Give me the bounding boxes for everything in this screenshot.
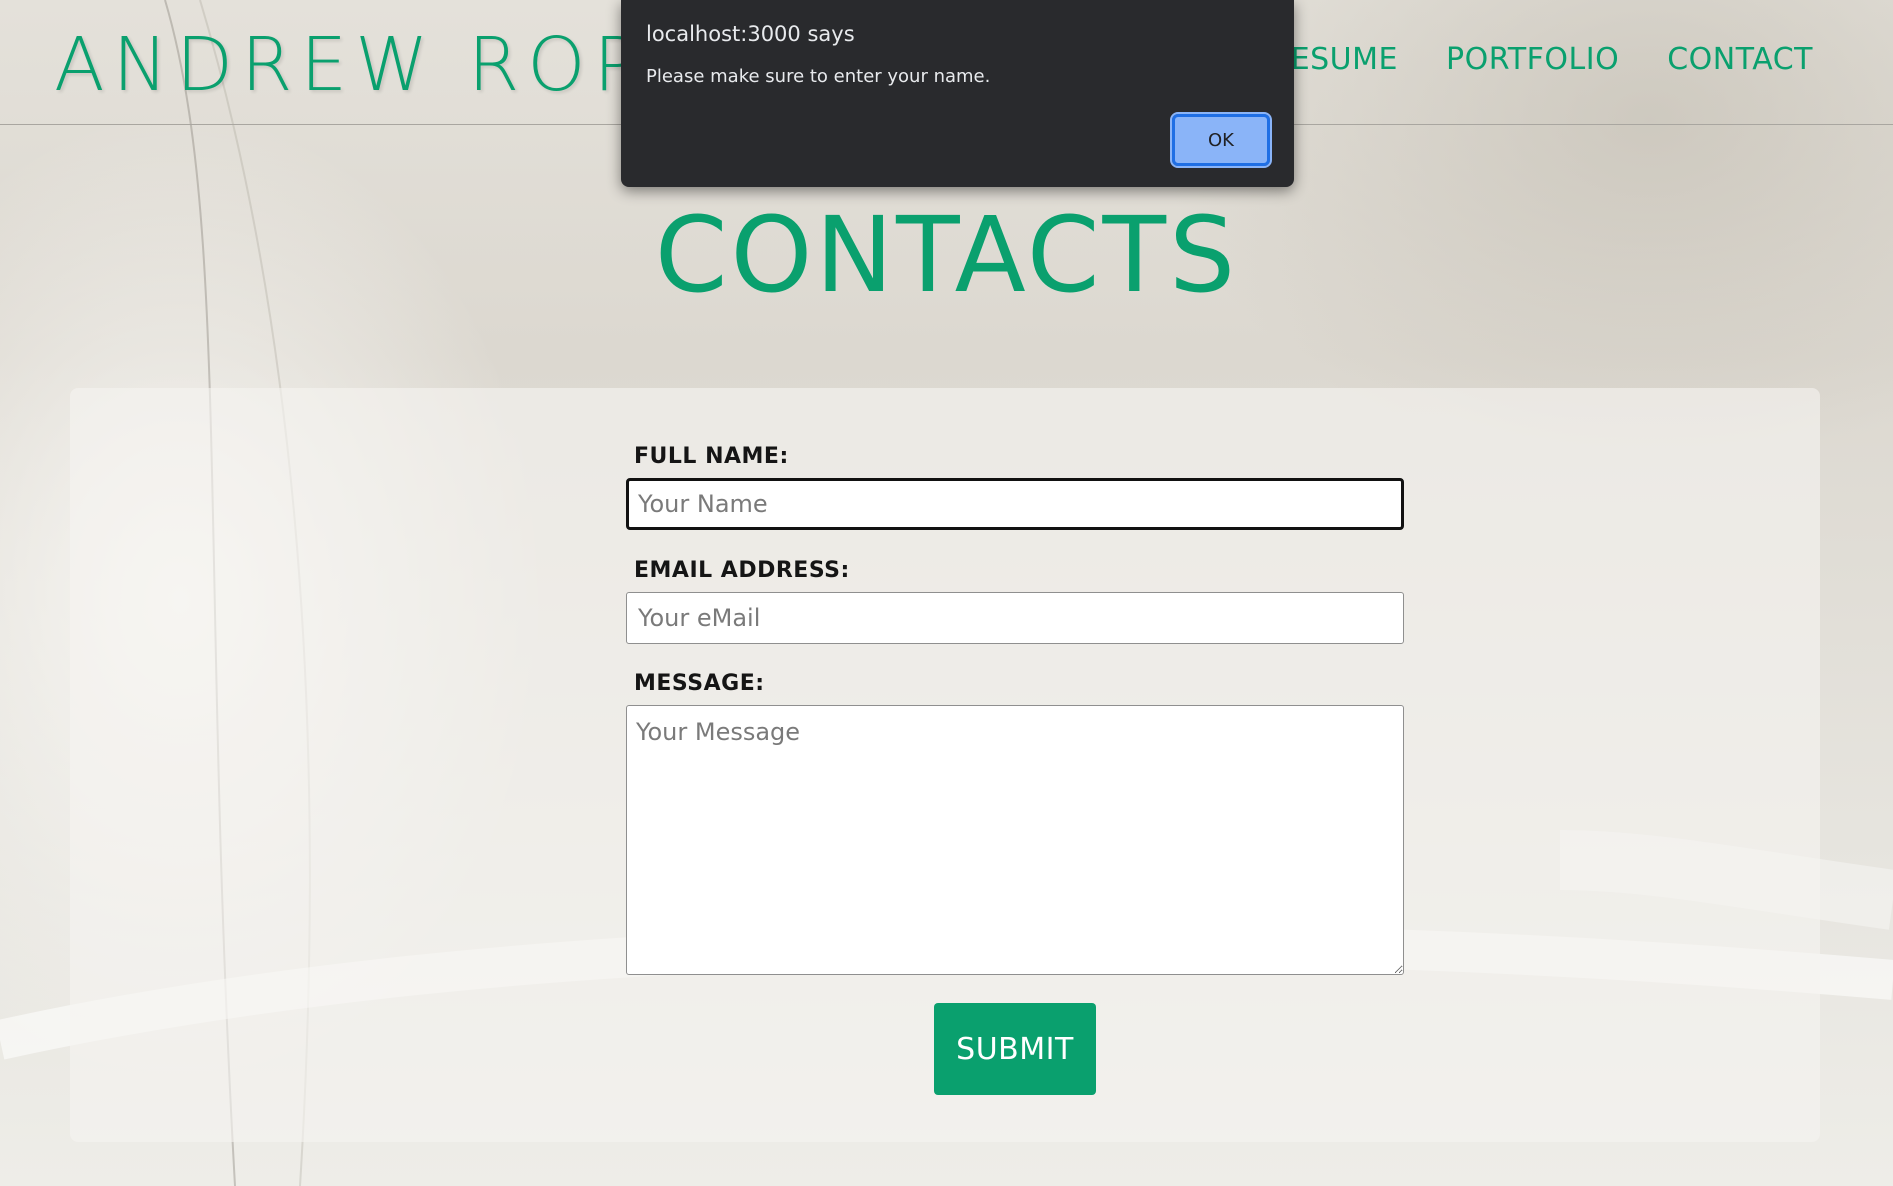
nav-link-contact[interactable]: CONTACT — [1667, 42, 1813, 77]
alert-ok-button[interactable]: OK — [1170, 112, 1272, 168]
page-title: CONTACTS — [654, 194, 1239, 316]
alert-title: localhost:3000 says — [646, 22, 855, 46]
alert-message: Please make sure to enter your name. — [646, 66, 991, 87]
main-nav: RESUME PORTFOLIO CONTACT — [1269, 42, 1813, 77]
nav-link-portfolio[interactable]: PORTFOLIO — [1446, 42, 1619, 77]
email-label: EMAIL ADDRESS: — [634, 558, 850, 583]
alert-dialog: localhost:3000 says Please make sure to … — [621, 0, 1294, 187]
contact-form-panel: FULL NAME: EMAIL ADDRESS: MESSAGE: SUBMI… — [70, 388, 1820, 1142]
full-name-label: FULL NAME: — [634, 444, 789, 469]
submit-button[interactable]: SUBMIT — [934, 1003, 1096, 1095]
message-label: MESSAGE: — [634, 671, 765, 696]
full-name-input[interactable] — [626, 478, 1404, 530]
message-textarea[interactable] — [626, 705, 1404, 975]
email-input[interactable] — [626, 592, 1404, 644]
